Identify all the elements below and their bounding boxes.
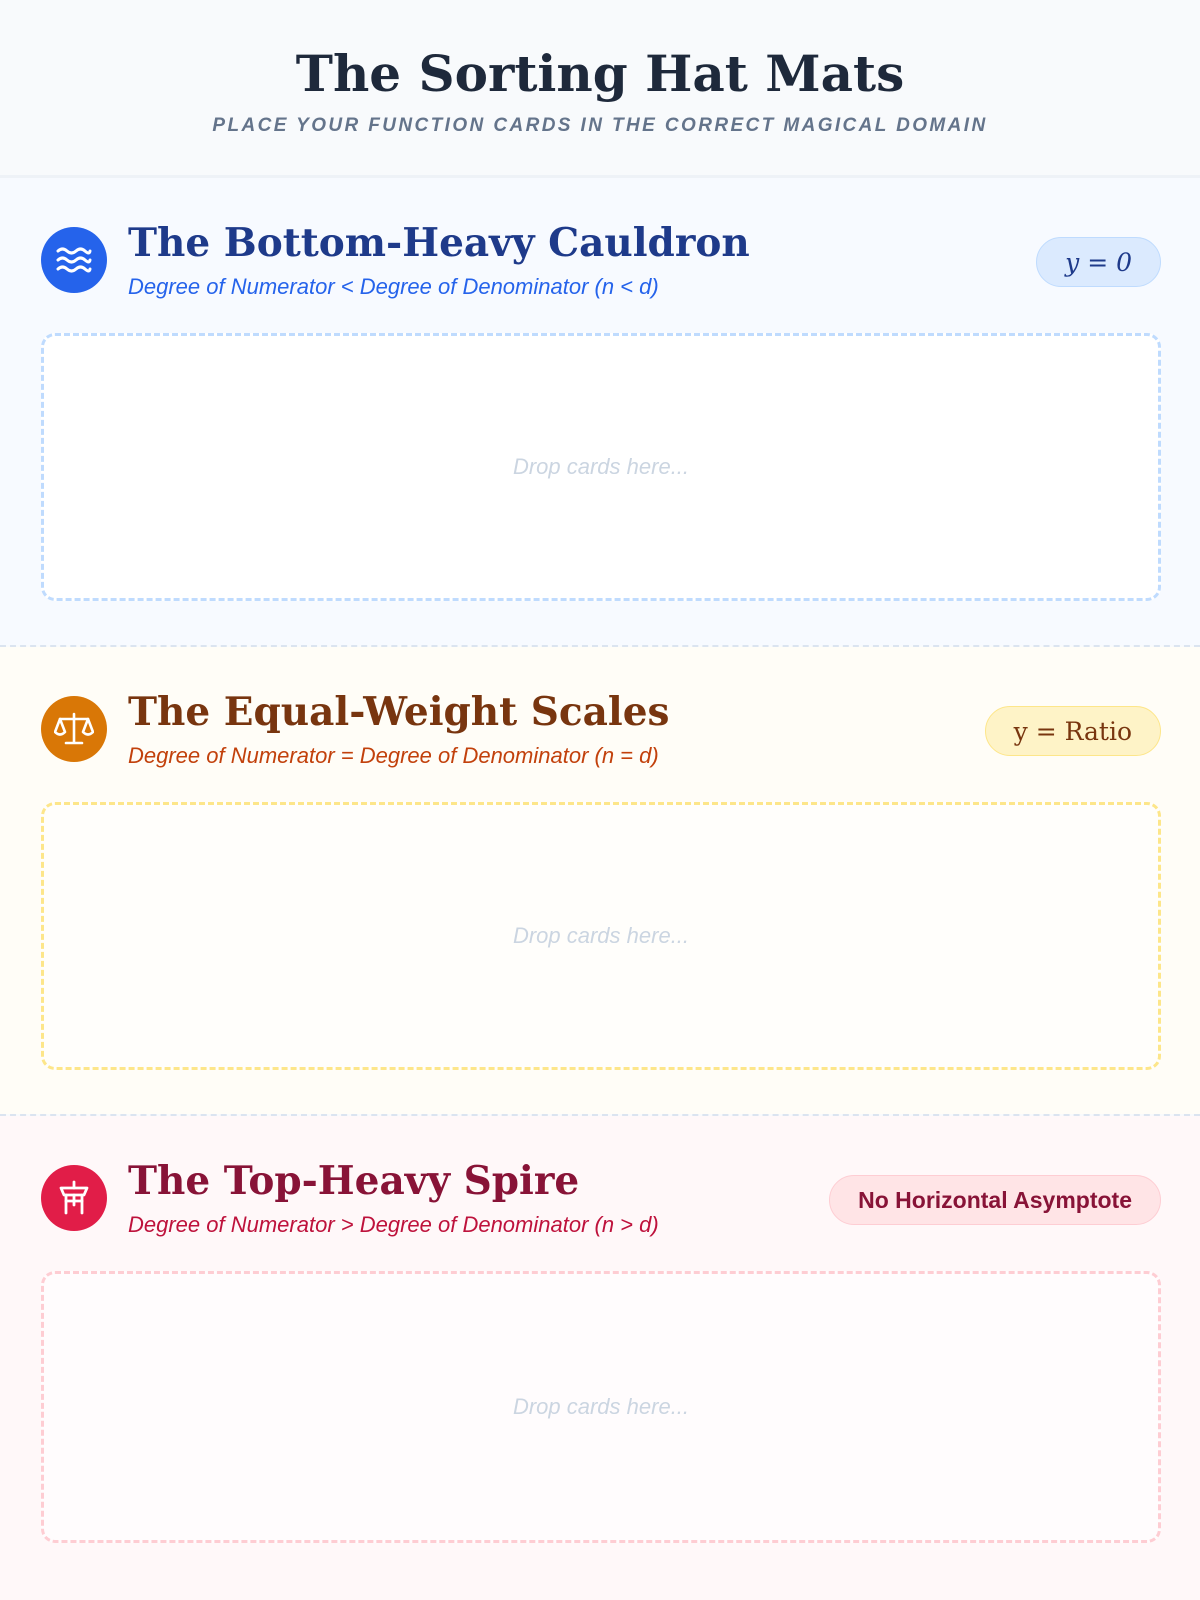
drop-zone[interactable]: Drop cards here... <box>41 802 1161 1070</box>
page-title: The Sorting Hat Mats <box>295 44 905 103</box>
page-header: The Sorting Hat Mats PLACE YOUR FUNCTION… <box>0 0 1200 178</box>
mat-rule: Degree of Numerator > Degree of Denomina… <box>128 1212 659 1237</box>
page-subtitle: PLACE YOUR FUNCTION CARDS IN THE CORRECT… <box>212 115 988 136</box>
waves-icon <box>41 227 107 293</box>
scales-icon <box>41 696 107 762</box>
mat-bottom-heavy-cauldron: The Bottom-Heavy Cauldron Degree of Nume… <box>0 178 1200 645</box>
mat-title: The Bottom-Heavy Cauldron <box>128 220 750 266</box>
mat-top-heavy-spire: The Top-Heavy Spire Degree of Numerator … <box>0 1116 1200 1600</box>
mat-equal-weight-scales: The Equal-Weight Scales Degree of Numera… <box>0 647 1200 1114</box>
mat-rule: Degree of Numerator = Degree of Denomina… <box>128 743 659 768</box>
mat-rule: Degree of Numerator < Degree of Denomina… <box>128 274 659 299</box>
asymptote-badge: y = Ratio <box>984 706 1161 756</box>
drop-zone[interactable]: Drop cards here... <box>41 1271 1161 1543</box>
asymptote-badge: No Horizontal Asymptote <box>829 1175 1161 1225</box>
mat-title: The Top-Heavy Spire <box>128 1158 580 1204</box>
drop-zone[interactable]: Drop cards here... <box>41 333 1161 601</box>
tower-icon <box>41 1165 107 1231</box>
asymptote-badge: y = 0 <box>1036 237 1161 287</box>
mat-title: The Equal-Weight Scales <box>128 689 670 735</box>
